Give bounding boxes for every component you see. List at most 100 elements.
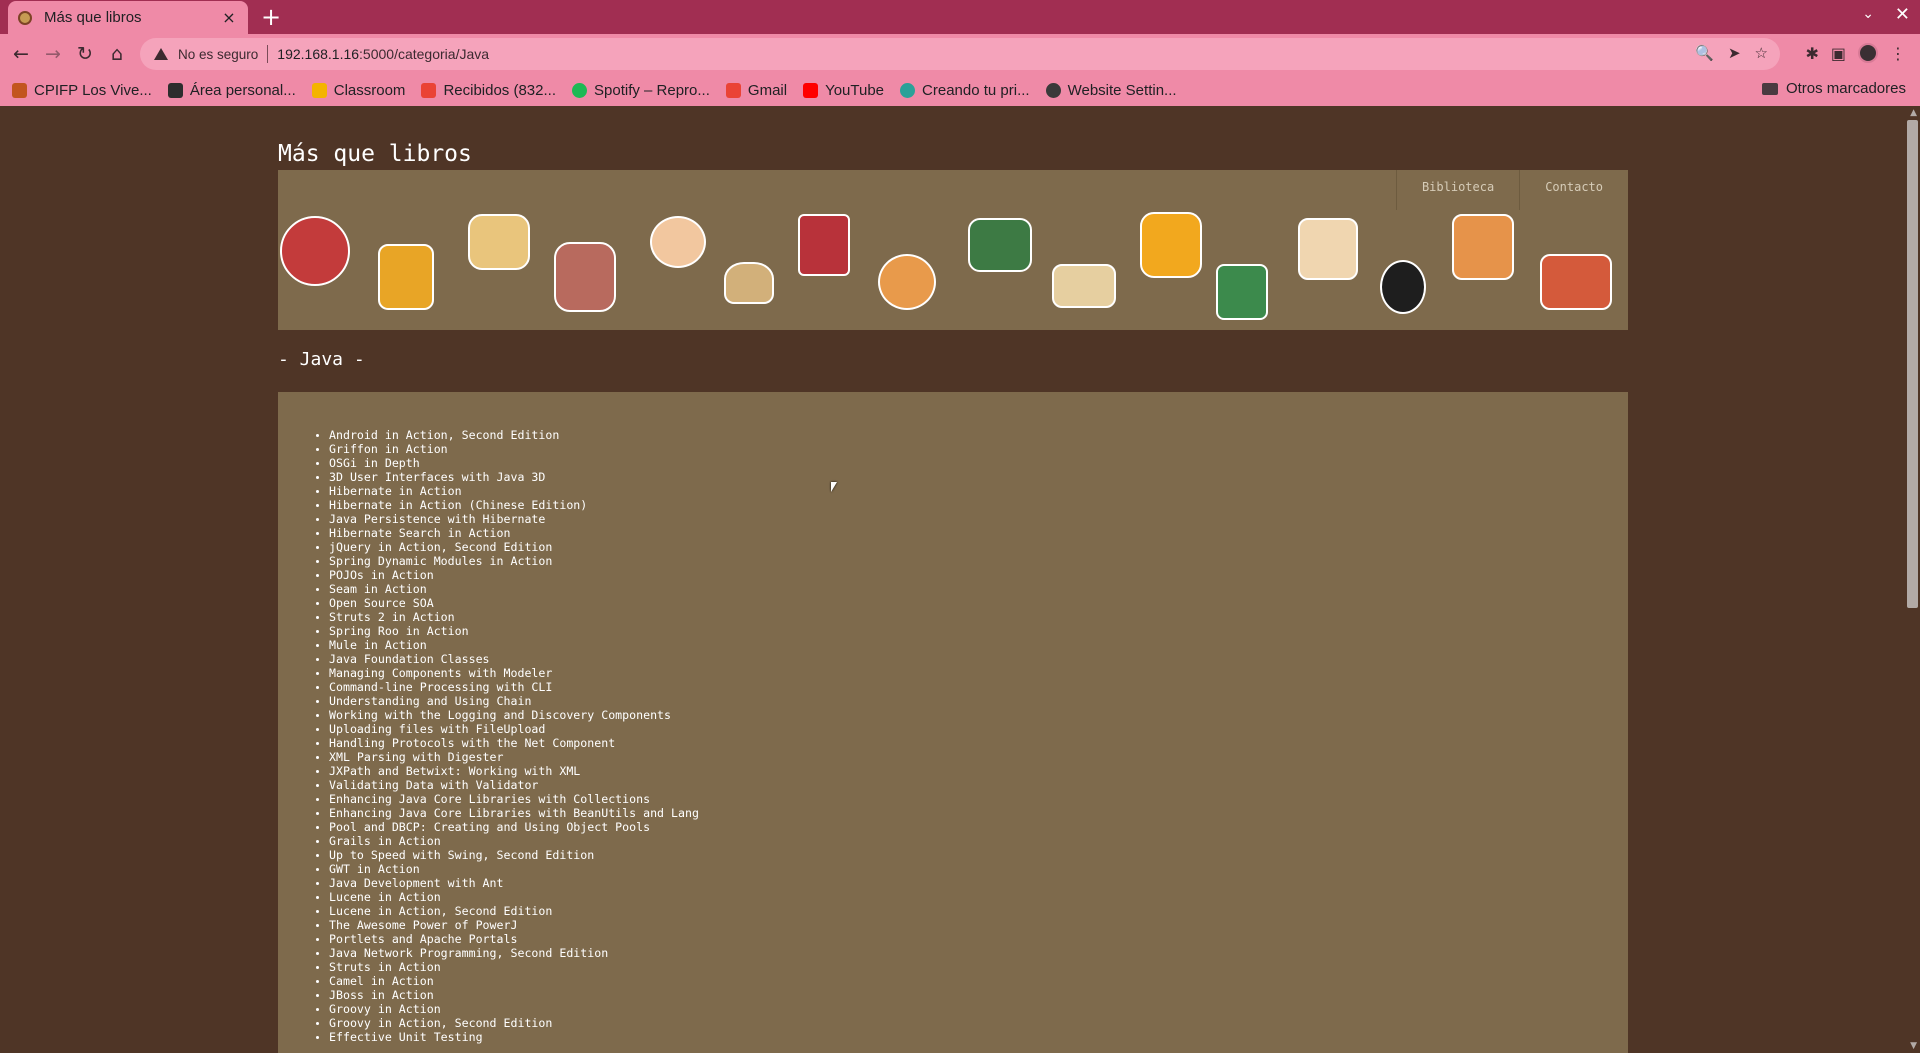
book-list-item[interactable]: Java Foundation Classes <box>316 652 699 666</box>
book-list-item[interactable]: Groovy in Action <box>316 1002 699 1016</box>
book-list-item[interactable]: XML Parsing with Digester <box>316 750 699 764</box>
book-list-item[interactable]: JBoss in Action <box>316 988 699 1002</box>
page-scrollbar[interactable]: ▲ ▼ <box>1905 106 1920 1053</box>
book-list-item[interactable]: Validating Data with Validator <box>316 778 699 792</box>
book-list-item[interactable]: Lucene in Action, Second Edition <box>316 904 699 918</box>
book-list-item[interactable]: OSGi in Depth <box>316 456 699 470</box>
tab-title: Más que libros <box>44 9 142 26</box>
book-list: Android in Action, Second Edition Griffon… <box>316 428 699 1044</box>
bookmark-item[interactable]: Website Settin... <box>1045 81 1177 99</box>
book-list-item[interactable]: POJOs in Action <box>316 568 699 582</box>
puzzle-icon[interactable]: ✱ <box>1805 44 1818 63</box>
home-icon[interactable]: ⌂ <box>104 41 130 67</box>
zoom-icon[interactable]: 🔍 <box>1695 44 1714 62</box>
reload-icon[interactable]: ↻ <box>72 41 98 67</box>
bookmark-label: Website Settin... <box>1067 81 1177 99</box>
book-list-item[interactable]: Hibernate Search in Action <box>316 526 699 540</box>
book-list-item[interactable]: Lucene in Action <box>316 890 699 904</box>
mouse-cursor-icon <box>831 482 837 492</box>
book-list-item[interactable]: Java Network Programming, Second Edition <box>316 946 699 960</box>
forward-arrow-icon[interactable]: → <box>40 41 66 67</box>
warning-icon[interactable] <box>154 48 168 60</box>
book-list-item[interactable]: Seam in Action <box>316 582 699 596</box>
bookmark-icon <box>167 82 183 98</box>
bookmark-item[interactable]: Creando tu pri... <box>900 82 1030 99</box>
book-list-item[interactable]: Spring Roo in Action <box>316 624 699 638</box>
book-list-item[interactable]: Enhancing Java Core Libraries with Colle… <box>316 792 699 806</box>
book-list-item[interactable]: 3D User Interfaces with Java 3D <box>316 470 699 484</box>
book-list-item[interactable]: Managing Components with Modeler <box>316 666 699 680</box>
scroll-down-icon[interactable]: ▼ <box>1910 1041 1917 1051</box>
bookmark-item[interactable]: CPIFP Los Vive... <box>12 82 152 99</box>
book-list-item[interactable]: Struts 2 in Action <box>316 610 699 624</box>
book-list-item[interactable]: Java Development with Ant <box>316 876 699 890</box>
bookmark-item[interactable]: YouTube <box>803 82 884 99</box>
send-icon[interactable]: ➤ <box>1728 44 1741 62</box>
backpack-sticker-icon <box>554 242 616 312</box>
omnibox-divider <box>267 45 269 63</box>
bookmark-item[interactable]: Spotify – Repro... <box>572 82 710 99</box>
url-text[interactable]: 192.168.1.16:5000/categoria/Java <box>277 46 489 62</box>
book-list-item[interactable]: Uploading files with FileUpload <box>316 722 699 736</box>
heart-couple-sticker-icon <box>280 216 350 286</box>
book-list-item[interactable]: Java Persistence with Hibernate <box>316 512 699 526</box>
site-header: Biblioteca Contacto <box>278 170 1628 330</box>
star-icon[interactable]: ☆ <box>1755 44 1768 62</box>
book-list-item[interactable]: Groovy in Action, Second Edition <box>316 1016 699 1030</box>
book-list-item[interactable]: Hibernate in Action (Chinese Edition) <box>316 498 699 512</box>
nav-link-biblioteca[interactable]: Biblioteca <box>1395 170 1519 210</box>
new-tab-button[interactable]: + <box>258 4 284 30</box>
temple-sticker-icon <box>968 218 1032 272</box>
active-tab[interactable]: Más que libros × <box>8 1 248 34</box>
book-list-item[interactable]: Effective Unit Testing <box>316 1030 699 1044</box>
book-list-item[interactable]: Mule in Action <box>316 638 699 652</box>
bookmark-item[interactable]: Área personal... <box>167 81 296 99</box>
book-list-item[interactable]: Command-line Processing with CLI <box>316 680 699 694</box>
browser-toolbar: ← → ↻ ⌂ No es seguro 192.168.1.16:5000/c… <box>0 34 1920 74</box>
book-list-item[interactable]: Grails in Action <box>316 834 699 848</box>
nav-link-contacto[interactable]: Contacto <box>1519 170 1628 210</box>
book-list-item[interactable]: Understanding and Using Chain <box>316 694 699 708</box>
profile-avatar[interactable] <box>1858 43 1878 63</box>
book-list-item[interactable]: Open Source SOA <box>316 596 699 610</box>
side-panel-icon[interactable]: ▣ <box>1831 44 1846 63</box>
bookmark-item[interactable]: Classroom <box>311 82 405 99</box>
book-list-item[interactable]: Enhancing Java Core Libraries with BeanU… <box>316 806 699 820</box>
bookmark-item[interactable]: Gmail <box>725 82 787 99</box>
book-list-item[interactable]: Camel in Action <box>316 974 699 988</box>
book-list-item[interactable]: GWT in Action <box>316 862 699 876</box>
scroll-up-icon[interactable]: ▲ <box>1910 108 1917 118</box>
bookmark-item[interactable]: Recibidos (832... <box>421 82 556 99</box>
book-list-item[interactable]: Working with the Logging and Discovery C… <box>316 708 699 722</box>
bookmark-label: Recibidos (832... <box>443 81 556 99</box>
book-list-item[interactable]: Griffon in Action <box>316 442 699 456</box>
scrollbar-thumb[interactable] <box>1907 120 1918 608</box>
tab-close-icon[interactable]: × <box>220 8 238 27</box>
address-bar[interactable]: No es seguro 192.168.1.16:5000/categoria… <box>140 38 1780 70</box>
book-list-item[interactable]: The Awesome Power of PowerJ <box>316 918 699 932</box>
book-list-item[interactable]: Pool and DBCP: Creating and Using Object… <box>316 820 699 834</box>
book-list-item[interactable]: Struts in Action <box>316 960 699 974</box>
book-list-item[interactable]: Up to Speed with Swing, Second Edition <box>316 848 699 862</box>
book-list-item[interactable]: Hibernate in Action <box>316 484 699 498</box>
bookmark-icon <box>1045 82 1061 98</box>
kebab-menu-icon[interactable]: ⋮ <box>1890 44 1906 63</box>
book-list-item[interactable]: JXPath and Betwixt: Working with XML <box>316 764 699 778</box>
book-list-item[interactable]: Handling Protocols with the Net Componen… <box>316 736 699 750</box>
window-close-icon[interactable]: ✕ <box>1895 4 1910 25</box>
back-arrow-icon[interactable]: ← <box>8 41 34 67</box>
book-list-item[interactable]: Spring Dynamic Modules in Action <box>316 554 699 568</box>
book-list-item[interactable]: Android in Action, Second Edition <box>316 428 699 442</box>
bookmark-icon <box>725 82 741 98</box>
bookmark-icon <box>311 82 327 98</box>
other-bookmarks[interactable]: Otros marcadores <box>1761 80 1906 97</box>
security-label[interactable]: No es seguro <box>178 47 258 62</box>
tab-search-chevron-icon[interactable]: ⌄ <box>1862 6 1874 22</box>
letter-sticker-icon <box>1298 218 1358 280</box>
book-list-item[interactable]: Portlets and Apache Portals <box>316 932 699 946</box>
omnibox-actions: 🔍 ➤ ☆ <box>1695 44 1768 62</box>
bookmark-label: YouTube <box>825 81 885 99</box>
bookmark-label: Área personal... <box>189 81 296 99</box>
book-list-item[interactable]: jQuery in Action, Second Edition <box>316 540 699 554</box>
category-title: - Java - <box>278 349 365 370</box>
